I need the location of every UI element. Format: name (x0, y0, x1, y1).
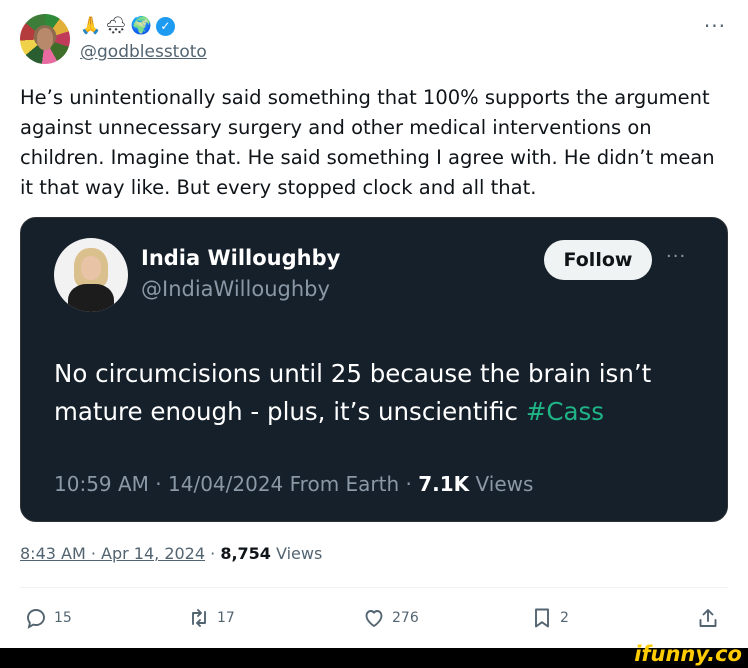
embedded-views-label: Views (469, 472, 534, 496)
embedded-timestamp: 10:59 AM · 14/04/2024 From Earth · (54, 472, 419, 496)
bookmark-button[interactable]: 2 (530, 598, 569, 638)
author-avatar[interactable] (20, 14, 70, 64)
bookmark-count: 2 (560, 610, 569, 626)
repost-button[interactable]: 17 (187, 598, 235, 638)
verified-badge-icon: ✓ (155, 16, 175, 36)
follow-button[interactable]: Follow (544, 240, 652, 280)
tweet-meta: 8:43 AM · Apr 14, 2024 · 8,754 Views (20, 544, 322, 563)
meta-separator: · (205, 544, 221, 563)
embedded-tweet-meta: 10:59 AM · 14/04/2024 From Earth · 7.1K … (54, 472, 533, 496)
pray-emoji-icon: 🙏 (80, 16, 102, 36)
reply-count: 15 (54, 610, 72, 626)
embedded-tweet-card[interactable]: India Willoughby @IndiaWilloughby Follow… (20, 217, 728, 522)
like-button[interactable]: 276 (362, 598, 419, 638)
share-button[interactable] (696, 598, 720, 638)
bookmark-icon (535, 608, 549, 628)
embedded-tweet-text: No circumcisions until 25 because the br… (54, 355, 704, 431)
reply-icon (27, 609, 45, 629)
reply-button[interactable]: 15 (24, 598, 72, 638)
embedded-more-options-icon[interactable]: ··· (666, 246, 686, 267)
snow-cloud-emoji-icon: 🌨 (105, 16, 127, 36)
globe-emoji-icon: 🌍 (130, 16, 152, 36)
like-count: 276 (392, 610, 419, 626)
tweet-header: 🙏 🌨 🌍 ✓ @godblesstoto ··· (20, 14, 728, 66)
views-label: Views (270, 544, 323, 563)
repost-count: 17 (217, 610, 235, 626)
embedded-author-name[interactable]: India Willoughby (141, 246, 340, 270)
action-bar: 15 17 276 2 (20, 598, 728, 638)
views-count: 8,754 (220, 544, 271, 563)
tweet-timestamp-link[interactable]: 8:43 AM · Apr 14, 2024 (20, 544, 205, 563)
share-icon (699, 609, 717, 627)
author-handle[interactable]: @godblesstoto (80, 42, 207, 62)
embedded-author-avatar[interactable] (54, 238, 128, 312)
heart-icon (365, 610, 383, 627)
tweet-text: He’s unintentionally said something that… (20, 86, 715, 199)
watermark-bar: ifunny.co (0, 642, 748, 668)
more-options-icon[interactable]: ··· (704, 14, 726, 38)
embedded-views-count: 7.1K (418, 472, 470, 496)
hashtag-link[interactable]: #Cass (526, 397, 604, 426)
ifunny-watermark: ifunny.co (634, 642, 742, 666)
repost-icon (192, 609, 206, 627)
display-name-emojis[interactable]: 🙏 🌨 🌍 ✓ (80, 14, 175, 38)
divider (20, 587, 728, 588)
embedded-author-handle[interactable]: @IndiaWilloughby (141, 277, 330, 301)
